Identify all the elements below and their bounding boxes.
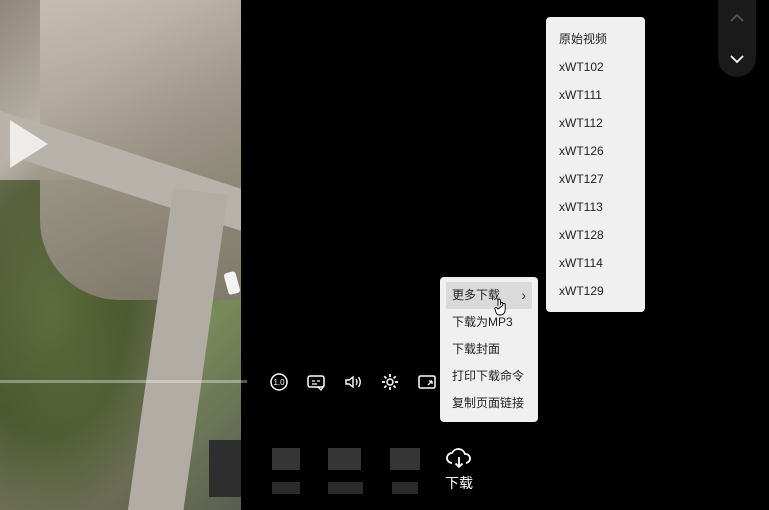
- volume-button[interactable]: [342, 371, 364, 393]
- submenu-item-xwt128[interactable]: xWT128: [546, 221, 645, 249]
- menu-item-label: 复制页面链接: [452, 396, 525, 410]
- download-menu: 更多下载 › 下载为MP3 下载封面 打印下载命令 复制页面链接: [440, 277, 538, 422]
- subtitle-icon: [307, 375, 325, 391]
- menu-item-label: 打印下载命令: [452, 369, 525, 383]
- submenu-item-xwt111[interactable]: xWT111: [546, 81, 645, 109]
- download-button[interactable]: 下载: [440, 446, 478, 493]
- settings-button[interactable]: [379, 371, 401, 393]
- speed-button[interactable]: 1.0: [268, 371, 290, 393]
- menu-item-more-downloads[interactable]: 更多下载 ›: [446, 282, 532, 309]
- thumbnail-3-label: [328, 482, 363, 494]
- menu-item-label: 下载为MP3: [452, 315, 513, 329]
- submenu-item-xwt112[interactable]: xWT112: [546, 109, 645, 137]
- speed-icon: 1.0: [270, 373, 288, 391]
- menu-item-label: 更多下载: [452, 288, 501, 302]
- volume-icon: [345, 375, 361, 389]
- previous-video-button[interactable]: [718, 0, 756, 36]
- thumbnail-2-label: [272, 482, 300, 494]
- chevron-right-icon: ›: [521, 287, 526, 303]
- submenu-item-original-video[interactable]: 原始视频: [546, 25, 645, 53]
- submenu-item-xwt129[interactable]: xWT129: [546, 277, 645, 305]
- picture-in-picture-button[interactable]: [416, 371, 438, 393]
- video-frame[interactable]: [0, 0, 241, 510]
- submenu-item-xwt126[interactable]: xWT126: [546, 137, 645, 165]
- progress-bar[interactable]: [0, 380, 247, 383]
- play-icon[interactable]: [10, 120, 48, 168]
- submenu-item-xwt127[interactable]: xWT127: [546, 165, 645, 193]
- thumbnail-4-label: [392, 482, 418, 494]
- video-navigation: [718, 0, 756, 77]
- thumbnail-1[interactable]: [209, 440, 241, 497]
- menu-item-print-download-command[interactable]: 打印下载命令: [440, 363, 538, 390]
- svg-text:1.0: 1.0: [273, 378, 285, 387]
- picture-in-picture-icon: [418, 375, 436, 389]
- hand-cursor-icon: [494, 298, 506, 316]
- thumbnail-2[interactable]: [272, 448, 300, 470]
- submenu-item-xwt113[interactable]: xWT113: [546, 193, 645, 221]
- thumbnail-4[interactable]: [390, 448, 420, 470]
- cloud-download-icon: [446, 448, 471, 469]
- chevron-up-icon: [730, 13, 744, 22]
- more-downloads-submenu: 原始视频 xWT102 xWT111 xWT112 xWT126 xWT127 …: [546, 17, 645, 312]
- thumbnail-3[interactable]: [328, 448, 361, 470]
- chevron-down-icon: [730, 55, 744, 64]
- player-controls: 1.0: [268, 370, 453, 394]
- download-label: 下载: [445, 475, 473, 491]
- subtitle-button[interactable]: [305, 371, 327, 393]
- submenu-item-xwt102[interactable]: xWT102: [546, 53, 645, 81]
- menu-item-copy-page-link[interactable]: 复制页面链接: [440, 390, 538, 417]
- next-video-button[interactable]: [718, 41, 756, 77]
- menu-item-download-mp3[interactable]: 下载为MP3: [440, 309, 538, 336]
- submenu-item-xwt114[interactable]: xWT114: [546, 249, 645, 277]
- menu-item-label: 下载封面: [452, 342, 501, 356]
- menu-item-download-cover[interactable]: 下载封面: [440, 336, 538, 363]
- settings-icon: [382, 374, 398, 390]
